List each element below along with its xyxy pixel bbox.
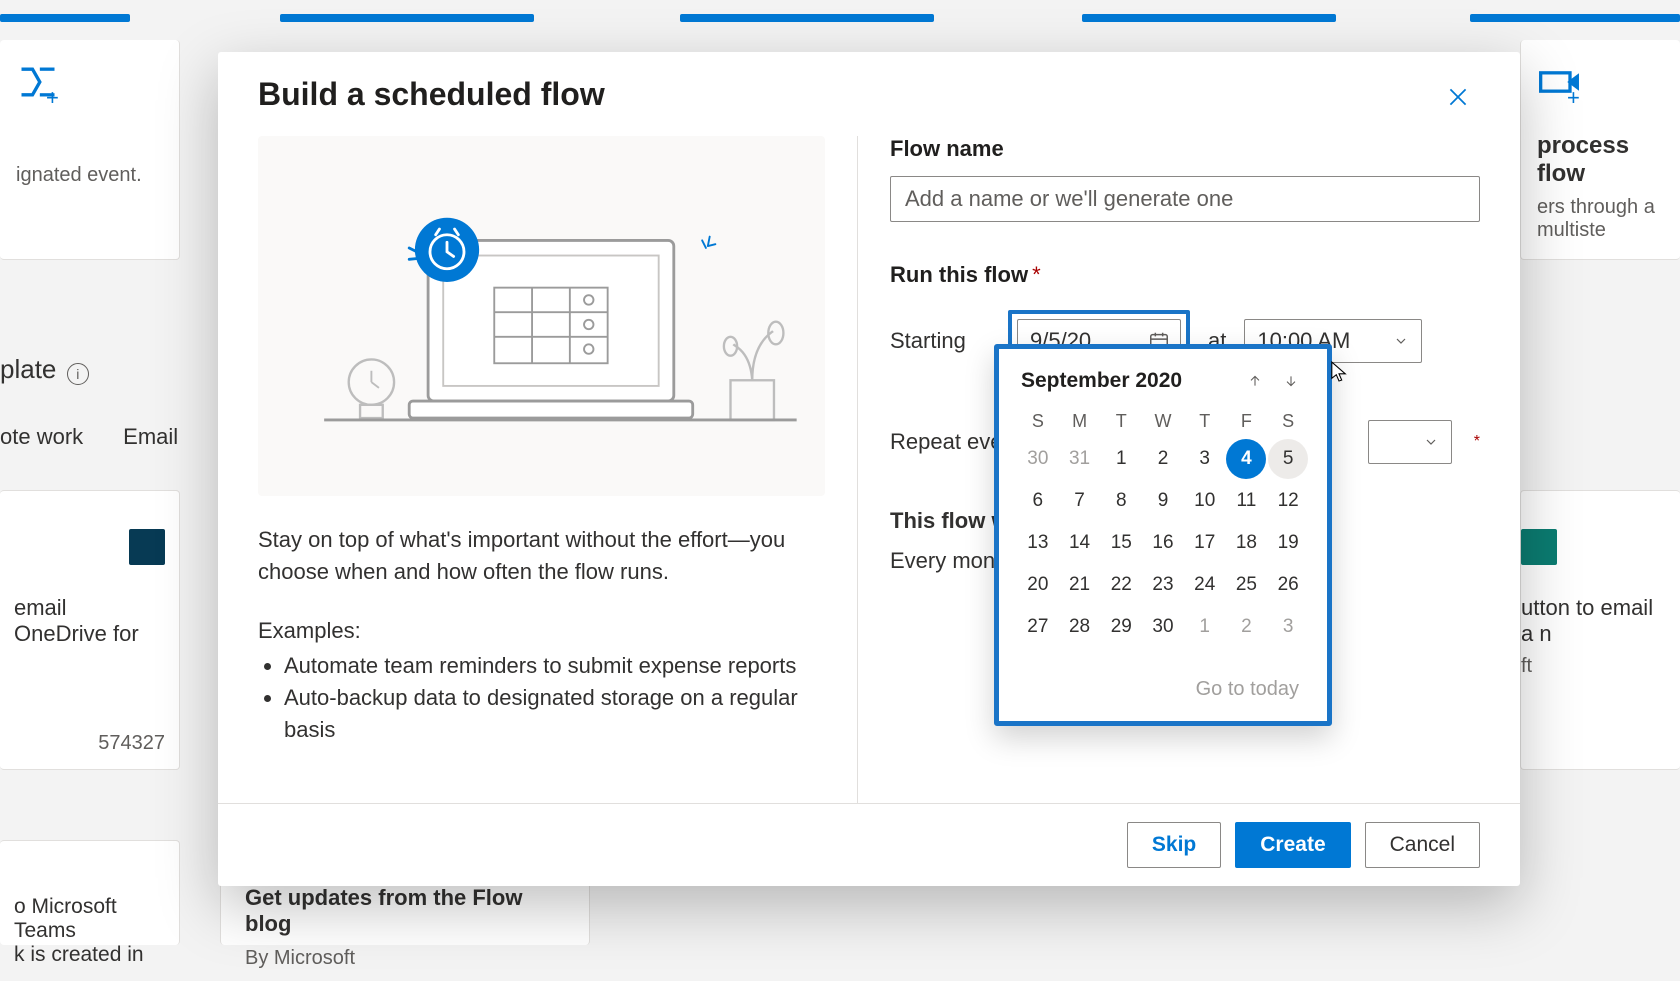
date-picker-day[interactable]: 20 — [1018, 565, 1058, 605]
date-picker-day[interactable]: 27 — [1018, 607, 1058, 647]
date-picker-day[interactable]: 6 — [1018, 481, 1058, 521]
date-picker-day[interactable]: 24 — [1185, 565, 1225, 605]
date-picker-day[interactable]: 31 — [1060, 439, 1100, 479]
date-picker-day[interactable]: 11 — [1226, 481, 1266, 521]
date-picker-dow: W — [1142, 405, 1184, 438]
date-picker-dow: F — [1226, 405, 1268, 438]
date-picker-day[interactable]: 1 — [1185, 607, 1225, 647]
scheduled-flow-modal: Build a scheduled flow — [218, 52, 1520, 886]
date-picker-day[interactable]: 19 — [1268, 523, 1308, 563]
chevron-down-icon — [1393, 333, 1409, 349]
date-picker-day[interactable]: 12 — [1268, 481, 1308, 521]
date-picker-popup: September 2020 SMTWTFS303112345678910111… — [994, 344, 1332, 726]
run-this-flow-label: Run this flow — [890, 262, 1028, 287]
date-picker-day[interactable]: 2 — [1143, 439, 1183, 479]
card-flowblog-sub: By Microsoft — [245, 947, 565, 970]
arrow-down-icon — [1283, 372, 1299, 390]
required-asterisk: * — [1032, 262, 1041, 287]
date-picker-day[interactable]: 21 — [1060, 565, 1100, 605]
required-asterisk: * — [1474, 433, 1480, 451]
date-picker-day[interactable]: 14 — [1060, 523, 1100, 563]
date-picker-day[interactable]: 3 — [1268, 607, 1308, 647]
date-picker-dow: T — [1100, 405, 1142, 438]
date-picker-day[interactable]: 29 — [1101, 607, 1141, 647]
date-picker-day[interactable]: 5 — [1268, 439, 1308, 479]
date-picker-day[interactable]: 8 — [1101, 481, 1141, 521]
date-picker-day[interactable]: 16 — [1143, 523, 1183, 563]
go-to-today-link[interactable]: Go to today — [1017, 648, 1309, 705]
date-picker-day[interactable]: 2 — [1226, 607, 1266, 647]
flow-name-label: Flow name — [890, 136, 1480, 162]
date-picker-day[interactable]: 17 — [1185, 523, 1225, 563]
repeat-unit-select[interactable] — [1368, 420, 1452, 464]
date-picker-day[interactable]: 30 — [1018, 439, 1058, 479]
date-picker-day[interactable]: 28 — [1060, 607, 1100, 647]
scheduled-flow-illustration — [258, 136, 825, 496]
date-picker-day[interactable]: 15 — [1101, 523, 1141, 563]
modal-title: Build a scheduled flow — [258, 76, 605, 113]
next-month-button[interactable] — [1277, 367, 1305, 395]
close-button[interactable] — [1436, 76, 1480, 120]
date-picker-day[interactable]: 9 — [1143, 481, 1183, 521]
skip-button[interactable]: Skip — [1127, 822, 1221, 868]
date-picker-dow: T — [1184, 405, 1226, 438]
card-teams-title-2: k is created in — [14, 943, 165, 967]
example-item: Automate team reminders to submit expens… — [284, 650, 825, 682]
date-picker-day[interactable]: 7 — [1060, 481, 1100, 521]
date-picker-day[interactable]: 23 — [1143, 565, 1183, 605]
prev-month-button[interactable] — [1241, 367, 1269, 395]
close-icon — [1445, 84, 1471, 110]
date-picker-day[interactable]: 1 — [1101, 439, 1141, 479]
date-picker-dow: S — [1017, 405, 1059, 438]
cancel-button[interactable]: Cancel — [1365, 822, 1480, 868]
date-picker-day[interactable]: 4 — [1226, 439, 1266, 479]
date-picker-day[interactable]: 22 — [1101, 565, 1141, 605]
examples-heading: Examples: — [258, 618, 825, 644]
modal-description: Stay on top of what's important without … — [258, 524, 825, 588]
date-picker-dow: M — [1059, 405, 1101, 438]
date-picker-day[interactable]: 10 — [1185, 481, 1225, 521]
mouse-cursor — [1330, 360, 1348, 384]
date-picker-day[interactable]: 25 — [1226, 565, 1266, 605]
date-picker-dow: S — [1267, 405, 1309, 438]
date-picker-day[interactable]: 18 — [1226, 523, 1266, 563]
chevron-down-icon — [1423, 434, 1439, 450]
create-button[interactable]: Create — [1235, 822, 1350, 868]
date-picker-day[interactable]: 30 — [1143, 607, 1183, 647]
examples-list: Automate team reminders to submit expens… — [258, 650, 825, 746]
date-picker-day[interactable]: 13 — [1018, 523, 1058, 563]
date-picker-grid: SMTWTFS303112345678910111213141516171819… — [1017, 405, 1309, 648]
example-item: Auto-backup data to designated storage o… — [284, 682, 825, 746]
date-picker-month-label[interactable]: September 2020 — [1021, 369, 1182, 393]
date-picker-day[interactable]: 26 — [1268, 565, 1308, 605]
modal-overlay: Build a scheduled flow — [0, 0, 1680, 945]
date-picker-day[interactable]: 3 — [1185, 439, 1225, 479]
flow-name-input[interactable] — [890, 176, 1480, 222]
starting-label: Starting — [890, 328, 990, 354]
arrow-up-icon — [1247, 372, 1263, 390]
